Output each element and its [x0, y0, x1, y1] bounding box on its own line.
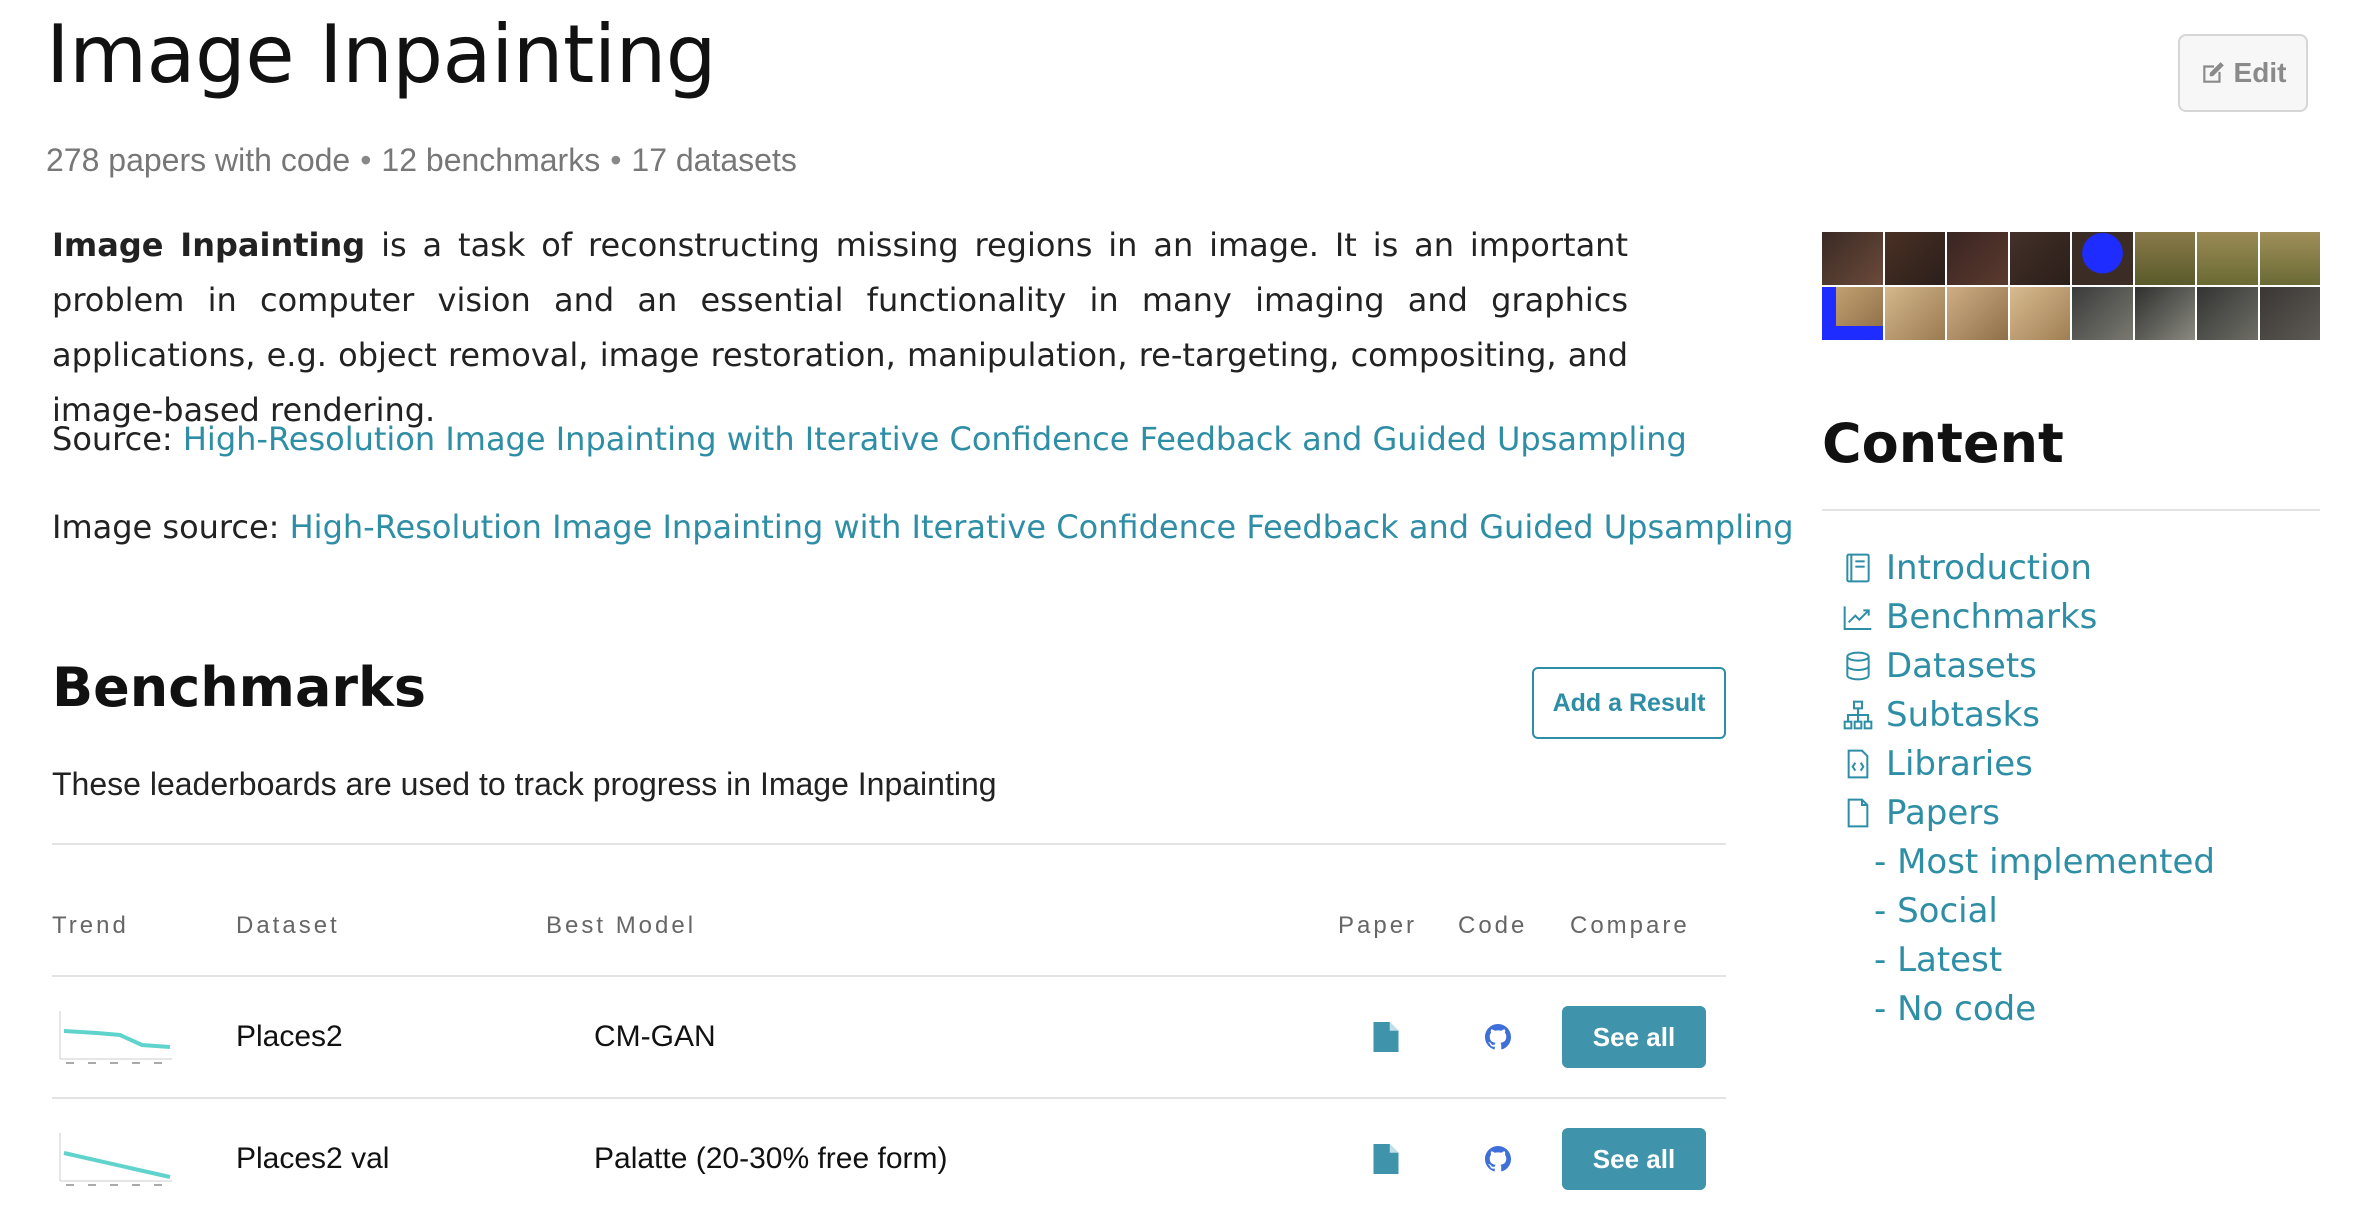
benchmarks-heading: Benchmarks	[52, 656, 427, 719]
image-source-label: Image source:	[52, 508, 280, 546]
task-description: Image Inpainting is a task of reconstruc…	[52, 218, 1628, 438]
paper-icon	[1373, 1022, 1399, 1052]
toc-item-latest[interactable]: - Latest	[1842, 935, 2215, 984]
github-icon	[1485, 1024, 1511, 1050]
paper-link[interactable]	[1373, 977, 1399, 1097]
separator-dot: •	[360, 142, 372, 178]
toc-label: Datasets	[1886, 645, 2037, 686]
github-icon	[1485, 1146, 1511, 1172]
content-divider	[1822, 509, 2320, 511]
trend-chart-thumbnail	[59, 1011, 172, 1064]
toc-item-libraries[interactable]: Libraries	[1842, 739, 2215, 788]
add-result-button[interactable]: Add a Result	[1532, 667, 1726, 739]
see-all-button[interactable]: See all	[1562, 1006, 1706, 1068]
toc-item-most-implemented[interactable]: - Most implemented	[1842, 837, 2215, 886]
section-divider	[52, 843, 1726, 845]
datasets-count: 17 datasets	[631, 142, 797, 178]
toc-item-datasets[interactable]: Datasets	[1842, 641, 2215, 690]
dataset-link[interactable]: Places2	[236, 977, 343, 1097]
column-header-dataset: Dataset	[236, 912, 340, 939]
toc-item-introduction[interactable]: Introduction	[1842, 543, 2215, 592]
source-line: Source: High-Resolution Image Inpainting…	[52, 420, 1687, 458]
stats-line: 278 papers with code • 12 benchmarks • 17 da…	[46, 142, 797, 179]
toc-item-subtasks[interactable]: Subtasks	[1842, 690, 2215, 739]
best-model-link[interactable]: CM-GAN	[594, 977, 716, 1097]
best-model-link[interactable]: Palatte (20-30% free form)	[594, 1099, 947, 1218]
code-link[interactable]	[1485, 977, 1511, 1097]
column-header-code: Code	[1458, 912, 1528, 939]
trend-sparkline[interactable]	[52, 1099, 174, 1218]
image-source-line: Image source: High-Resolution Image Inpa…	[52, 508, 1794, 546]
paper-icon	[1373, 1144, 1399, 1174]
database-icon	[1846, 651, 1870, 680]
task-thumbnail-image	[1822, 232, 2320, 340]
benchmarks-count: 12 benchmarks	[381, 142, 601, 178]
edit-label: Edit	[2233, 57, 2287, 88]
paper-link[interactable]	[1373, 1099, 1399, 1218]
file-icon	[1847, 798, 1869, 827]
dataset-link[interactable]: Places2 val	[236, 1099, 389, 1218]
edit-button[interactable]: Edit	[2178, 34, 2308, 112]
column-header-best-model: Best Model	[546, 912, 697, 939]
table-row: Places2 CM-GAN See all	[52, 977, 1726, 1097]
toc-label: Subtasks	[1886, 694, 2040, 735]
source-label: Source:	[52, 420, 173, 458]
source-link[interactable]: High-Resolution Image Inpainting with It…	[183, 420, 1687, 458]
column-header-compare: Compare	[1570, 912, 1690, 939]
book-icon	[1846, 553, 1870, 582]
trend-chart-icon	[1843, 605, 1872, 630]
column-header-trend: Trend	[52, 912, 129, 939]
toc-label: Papers	[1886, 792, 2001, 833]
column-header-paper: Paper	[1338, 912, 1418, 939]
task-name-bold: Image Inpainting	[52, 226, 366, 264]
table-of-contents: Introduction Benchmarks Datasets Subtask…	[1842, 543, 2215, 1033]
toc-item-benchmarks[interactable]: Benchmarks	[1842, 592, 2215, 641]
papers-count: 278 papers with code	[46, 142, 351, 178]
toc-item-social[interactable]: - Social	[1842, 886, 2215, 935]
trend-sparkline[interactable]	[52, 977, 174, 1097]
toc-label: Benchmarks	[1886, 596, 2098, 637]
code-link[interactable]	[1485, 1099, 1511, 1218]
content-heading: Content	[1822, 412, 2064, 475]
separator-dot: •	[610, 142, 622, 178]
table-row: Places2 val Palatte (20-30% free form) S…	[52, 1099, 1726, 1218]
code-file-icon	[1847, 749, 1869, 778]
sitemap-icon	[1843, 700, 1873, 729]
benchmarks-subtitle: These leaderboards are used to track pro…	[52, 766, 997, 802]
toc-item-papers[interactable]: Papers	[1842, 788, 2215, 837]
toc-item-no-code[interactable]: - No code	[1842, 984, 2215, 1033]
see-all-button[interactable]: See all	[1562, 1128, 1706, 1190]
toc-label: Libraries	[1886, 743, 2033, 784]
page-title: Image Inpainting	[46, 8, 717, 101]
trend-chart-thumbnail	[59, 1133, 172, 1186]
toc-label: Introduction	[1886, 547, 2092, 588]
edit-icon	[2202, 62, 2224, 83]
image-source-link[interactable]: High-Resolution Image Inpainting with It…	[290, 508, 1794, 546]
